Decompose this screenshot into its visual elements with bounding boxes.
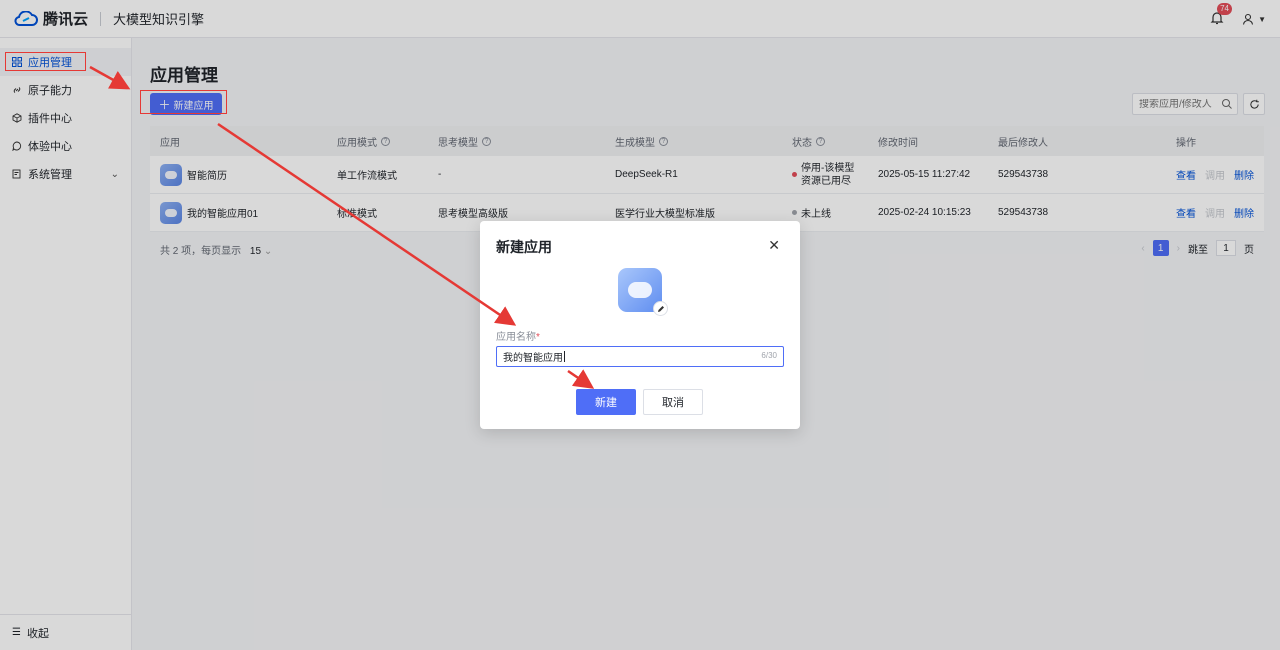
text-cursor [564,351,565,362]
char-count: 6/30 [761,351,777,360]
create-button[interactable]: 新建 [576,389,636,415]
app-avatar[interactable] [618,268,668,316]
highlight-new-app-button [140,90,227,114]
app-logo-shape [628,282,652,298]
app-name-input[interactable]: 我的智能应用 6/30 [496,346,784,367]
pencil-icon [657,305,664,312]
cancel-button[interactable]: 取消 [643,389,703,415]
highlight-sidebar-app-management [5,52,86,71]
app-name-label: 应用名称* [496,332,540,343]
edit-avatar-button[interactable] [653,301,668,316]
close-icon[interactable]: ✕ [768,237,780,254]
new-app-dialog: 新建应用 ✕ 应用名称* 我的智能应用 6/30 新建 取消 [480,221,800,429]
app-name-value: 我的智能应用 [503,353,563,364]
dialog-title: 新建应用 [496,239,552,255]
